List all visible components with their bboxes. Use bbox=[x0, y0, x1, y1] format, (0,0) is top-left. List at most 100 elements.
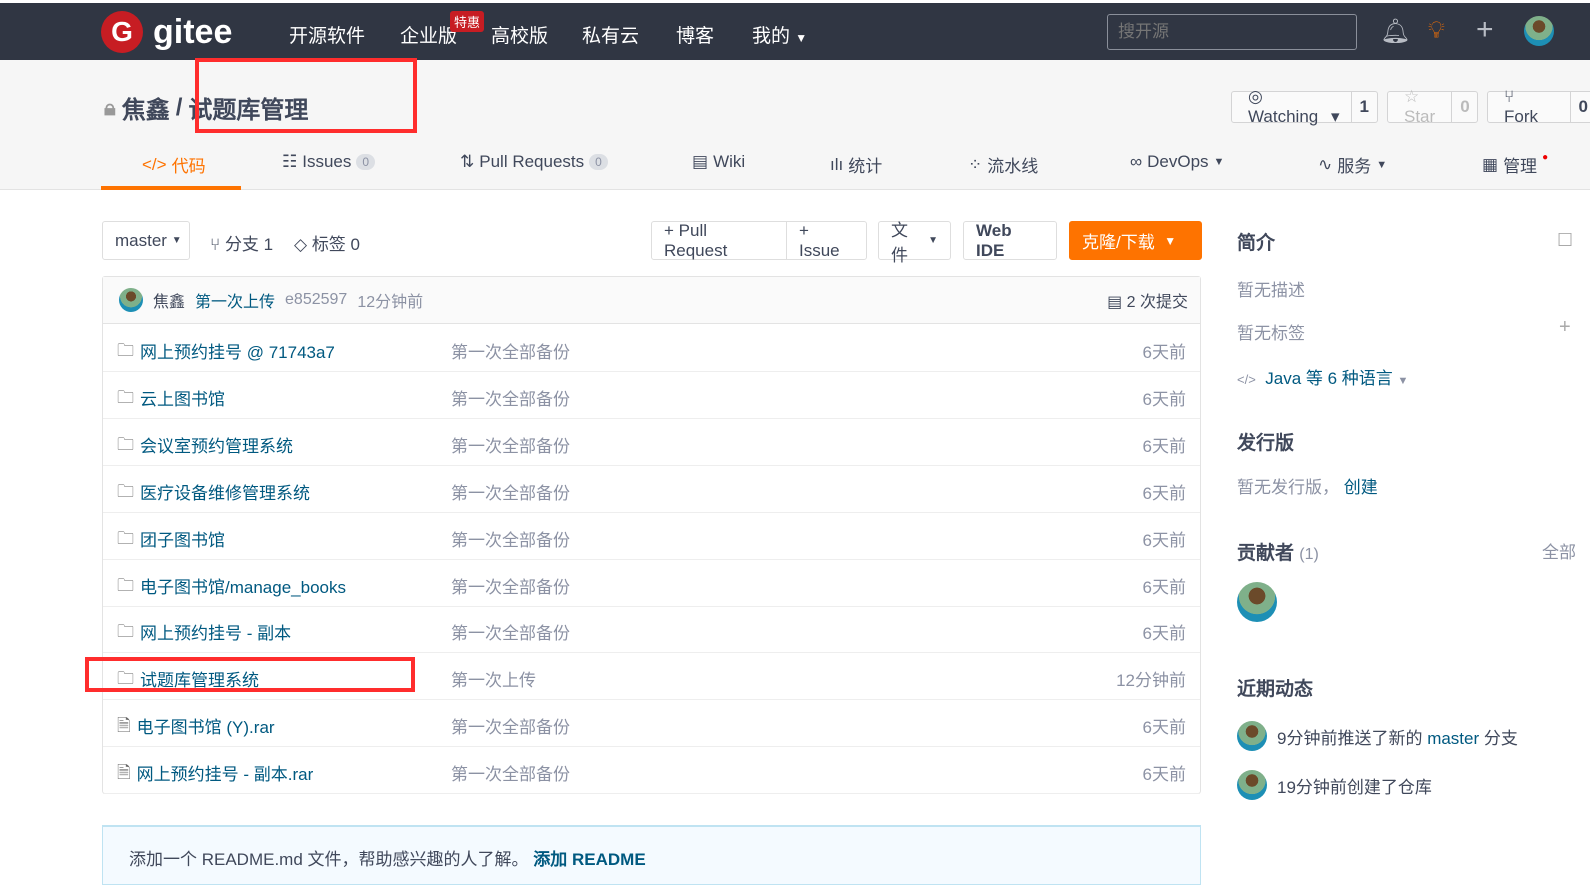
activity-item: 19分钟前创建了仓库 bbox=[1237, 770, 1432, 800]
commit-count[interactable]: ▤ 2 次提交 bbox=[1107, 288, 1188, 312]
file-commit-message[interactable]: 第一次全部备份 bbox=[451, 479, 570, 504]
folder-icon: 🗀︎ bbox=[117, 622, 134, 642]
repo-owner[interactable]: 焦鑫 bbox=[122, 90, 170, 125]
commit-message[interactable]: 第一次上传 bbox=[195, 288, 275, 312]
folder-icon: 🗀︎ bbox=[117, 434, 134, 454]
file-row: 🗀︎ 网上预约挂号 - 副本 第一次全部备份 6天前 bbox=[103, 606, 1200, 654]
file-commit-message[interactable]: 第一次全部备份 bbox=[451, 573, 570, 598]
lock-icon: 🔒︎ bbox=[104, 94, 116, 120]
search-input[interactable] bbox=[1107, 14, 1357, 50]
history-icon: ▤ bbox=[1107, 294, 1123, 311]
file-row: 🗀︎ 云上图书馆 第一次全部备份 6天前 bbox=[103, 372, 1200, 419]
file-commit-message[interactable]: 第一次全部备份 bbox=[451, 432, 570, 457]
file-commit-message[interactable]: 第一次全部备份 bbox=[451, 385, 570, 410]
file-commit-message[interactable]: 第一次上传 bbox=[451, 666, 536, 691]
file-name-link[interactable]: 🗀︎ 网上预约挂号 - 副本 bbox=[117, 619, 291, 648]
nav-enterprise[interactable]: 企业版 bbox=[400, 21, 457, 48]
tab-issues[interactable]: ☷ Issues 0 bbox=[282, 152, 376, 172]
avatar[interactable] bbox=[1237, 770, 1267, 800]
file-row: 🗎︎ 网上预约挂号 - 副本.rar 第一次全部备份 6天前 bbox=[103, 747, 1200, 795]
file-menu-button[interactable]: 文件 ▼ bbox=[878, 221, 951, 265]
submodule-icon: 🗀︎ bbox=[117, 341, 134, 360]
tab-wiki[interactable]: ▤ Wiki bbox=[692, 152, 745, 172]
file-row: 🗎︎ 电子图书馆 (Y).rar 第一次全部备份 6天前 bbox=[103, 700, 1200, 748]
nav-blog[interactable]: 博客 bbox=[676, 21, 714, 48]
clone-download-button[interactable]: 克隆/下载 ▼ bbox=[1069, 221, 1202, 260]
promo-badge: 特惠 bbox=[450, 11, 485, 32]
nav-mine[interactable]: 我的 ▼ bbox=[752, 21, 807, 48]
settings-doc-icon: ▦ bbox=[1482, 154, 1499, 174]
file-name-link[interactable]: 🗎︎ 网上预约挂号 - 副本.rar bbox=[117, 760, 313, 789]
infinity-icon: ∞ bbox=[1130, 152, 1143, 171]
folder-icon: 🗀︎ bbox=[117, 387, 134, 407]
activity-item: 9分钟前推送了新的 master 分支 bbox=[1237, 721, 1518, 751]
file-name-link[interactable]: 🗀︎ 网上预约挂号 @ 71743a7 bbox=[117, 338, 335, 367]
branches-link[interactable]: ⑂ 分支 1 bbox=[210, 230, 273, 255]
nav-university[interactable]: 高校版 bbox=[491, 21, 548, 48]
file-name-link[interactable]: 🗀︎ 电子图书馆/manage_books bbox=[117, 573, 346, 602]
file-name-link[interactable]: 🗀︎ 会议室预约管理系统 bbox=[117, 432, 293, 461]
commit-author[interactable]: 焦鑫 bbox=[153, 288, 185, 312]
commit-author-avatar[interactable] bbox=[119, 288, 143, 312]
edit-icon[interactable]: ☐ bbox=[1557, 230, 1573, 251]
tab-services[interactable]: ∿ 服务 ▼ bbox=[1318, 152, 1387, 177]
top-nav: Ggitee 开源软件 企业版 特惠 高校版 私有云 博客 我的 ▼ 🔔︎ 💡︎… bbox=[0, 3, 1590, 60]
file-commit-time: 12分钟前 bbox=[1116, 671, 1186, 691]
code-icon: </> bbox=[142, 154, 167, 174]
new-issue-button[interactable]: + Issue bbox=[786, 221, 867, 260]
activity-heading: 近期动态 bbox=[1237, 679, 1314, 700]
nav-private-cloud[interactable]: 私有云 bbox=[582, 21, 639, 48]
all-contributors-link[interactable]: 全部 bbox=[1542, 538, 1576, 563]
file-commit-time: 6天前 bbox=[1142, 624, 1186, 644]
file-commit-message[interactable]: 第一次全部备份 bbox=[451, 338, 570, 363]
file-name-link[interactable]: 🗀︎ 云上图书馆 bbox=[117, 385, 225, 414]
file-commit-message[interactable]: 第一次全部备份 bbox=[451, 619, 570, 644]
star-button[interactable]: ☆ Star 0 bbox=[1387, 87, 1478, 126]
highlight-box bbox=[195, 58, 417, 133]
commit-hash[interactable]: e852597 bbox=[285, 291, 347, 309]
active-tab-indicator bbox=[101, 186, 241, 190]
nav-opensource[interactable]: 开源软件 bbox=[289, 21, 365, 48]
new-pull-request-button[interactable]: + Pull Request bbox=[651, 221, 787, 260]
avatar[interactable] bbox=[1237, 721, 1267, 751]
file-name-link[interactable]: 🗎︎ 电子图书馆 (Y).rar bbox=[117, 713, 275, 742]
contributors-heading: 贡献者 (1) bbox=[1237, 543, 1319, 564]
file-commit-message[interactable]: 第一次全部备份 bbox=[451, 713, 570, 738]
gitee-logo[interactable]: Ggitee bbox=[101, 11, 232, 53]
release-heading: 发行版 bbox=[1237, 433, 1295, 454]
user-avatar[interactable] bbox=[1524, 16, 1554, 46]
tab-pull-requests[interactable]: ⇅ Pull Requests 0 bbox=[460, 152, 608, 172]
pull-request-icon: ⇅ bbox=[460, 152, 475, 171]
tags-link[interactable]: ◇ 标签 0 bbox=[294, 230, 360, 255]
add-readme-link[interactable]: 添加 README bbox=[533, 850, 645, 869]
add-tag-icon[interactable]: + bbox=[1559, 316, 1571, 339]
watch-button[interactable]: ◎ Watching ▾ 1 bbox=[1231, 87, 1378, 126]
tab-manage[interactable]: ▦ 管理 ● bbox=[1482, 152, 1548, 177]
code-icon: </> bbox=[1237, 372, 1256, 387]
folder-icon: 🗀︎ bbox=[117, 528, 134, 548]
notification-dot: ● bbox=[1542, 152, 1549, 163]
tab-pipeline[interactable]: ⁘ 流水线 bbox=[968, 152, 1038, 177]
web-ide-button[interactable]: Web IDE bbox=[963, 221, 1057, 260]
branch-select[interactable]: master ▼ bbox=[102, 221, 190, 260]
pipeline-icon: ⁘ bbox=[968, 154, 983, 174]
tab-stats[interactable]: ılı 统计 bbox=[830, 152, 882, 177]
tab-devops[interactable]: ∞ DevOps ▼ bbox=[1130, 152, 1224, 172]
fork-button[interactable]: ⑂ Fork 0 bbox=[1487, 87, 1590, 126]
tab-code[interactable]: </> 代码 bbox=[142, 152, 206, 177]
highlight-box bbox=[85, 657, 415, 692]
contributor-avatar[interactable] bbox=[1237, 582, 1277, 622]
create-release-link[interactable]: 创建 bbox=[1344, 478, 1378, 497]
file-commit-message[interactable]: 第一次全部备份 bbox=[451, 760, 570, 785]
plus-icon[interactable]: + bbox=[1476, 13, 1494, 47]
languages[interactable]: </> Java 等 6 种语言 ▼ bbox=[1237, 364, 1408, 389]
lightbulb-icon[interactable]: 💡︎ bbox=[1428, 17, 1445, 45]
file-commit-time: 6天前 bbox=[1142, 577, 1186, 597]
file-commit-message[interactable]: 第一次全部备份 bbox=[451, 526, 570, 551]
file-commit-time: 6天前 bbox=[1142, 530, 1186, 550]
file-commit-time: 6天前 bbox=[1142, 436, 1186, 456]
file-name-link[interactable]: 🗀︎ 团子图书馆 bbox=[117, 526, 225, 555]
folder-icon: 🗀︎ bbox=[117, 575, 134, 595]
bell-icon[interactable]: 🔔︎ bbox=[1380, 17, 1410, 46]
file-name-link[interactable]: 🗀︎ 医疗设备维修管理系统 bbox=[117, 479, 310, 508]
